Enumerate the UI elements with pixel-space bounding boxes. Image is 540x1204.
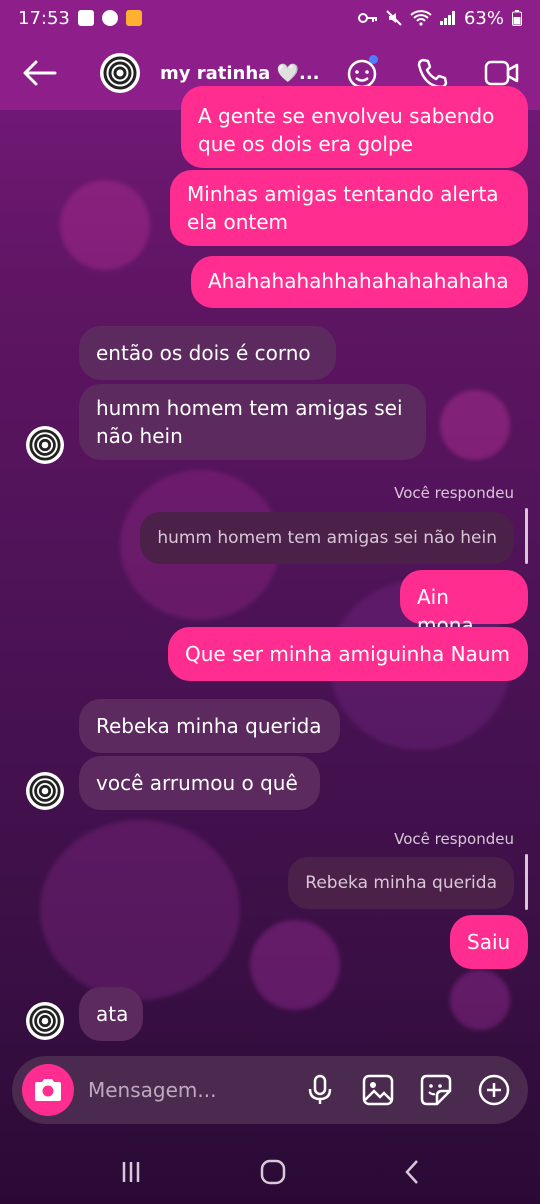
message-outgoing[interactable]: Ain mona [400, 570, 528, 637]
bg-heart [60, 180, 150, 270]
wifi-icon [410, 10, 432, 26]
sender-avatar[interactable] [26, 1002, 64, 1040]
sticker-icon [420, 1074, 452, 1106]
message-incoming[interactable]: ata [79, 987, 143, 1041]
reply-indicator-bar [525, 508, 528, 564]
microphone-icon [308, 1074, 332, 1104]
whatsapp-notification-icon [101, 10, 118, 26]
gallery-button[interactable] [360, 1072, 396, 1108]
contact-avatar[interactable] [100, 53, 140, 93]
message-incoming[interactable]: humm homem tem amigas sei não hein [79, 384, 426, 460]
message-outgoing[interactable]: Minhas amigas tentando alerta ela ontem [170, 170, 528, 246]
battery-icon [512, 10, 522, 26]
notification-dot [369, 55, 378, 64]
bg-heart [440, 390, 510, 460]
message-input[interactable] [88, 1078, 278, 1102]
spiral-avatar-icon [103, 56, 137, 90]
phone-icon [417, 58, 448, 89]
voice-message-button[interactable] [302, 1072, 338, 1108]
app-notification-icon [125, 10, 142, 26]
reply-indicator-bar [525, 854, 528, 910]
reply-label: Você respondeu [394, 484, 514, 502]
spiral-avatar-icon [29, 775, 61, 807]
system-nav-bar [0, 1140, 540, 1204]
quoted-message[interactable]: humm homem tem amigas sei não hein [140, 512, 514, 564]
mute-icon [386, 10, 402, 26]
bg-heart [450, 970, 510, 1030]
signal-icon [439, 11, 455, 25]
image-icon [362, 1074, 394, 1106]
camera-button[interactable] [22, 1064, 74, 1116]
plus-circle-icon [478, 1074, 510, 1106]
message-outgoing[interactable]: Que ser minha amiguinha Naum [168, 627, 528, 681]
battery-percentage: 63% [463, 7, 504, 29]
recent-apps-icon[interactable] [119, 1160, 143, 1184]
camera-icon [35, 1079, 61, 1101]
arrow-left-icon [23, 60, 57, 86]
key-icon [357, 13, 377, 23]
bg-heart [250, 920, 340, 1010]
spiral-avatar-icon [29, 429, 61, 461]
message-outgoing[interactable]: Saiu [450, 915, 528, 969]
back-nav-icon[interactable] [403, 1159, 421, 1185]
video-camera-icon [484, 60, 519, 86]
status-time: 17:53 [18, 7, 70, 29]
message-outgoing[interactable]: A gente se envolveu sabendo que os dois … [181, 86, 528, 168]
back-button[interactable] [20, 53, 60, 93]
bg-heart [40, 820, 240, 1000]
message-outgoing[interactable]: Ahahahahahhahahahahahaha [191, 256, 528, 308]
sender-avatar[interactable] [26, 772, 64, 810]
sender-avatar[interactable] [26, 426, 64, 464]
contact-name[interactable]: my ratinha 🤍... [160, 63, 320, 84]
sticker-button[interactable] [418, 1072, 454, 1108]
quoted-message[interactable]: Rebeka minha querida [288, 857, 514, 909]
message-incoming[interactable]: então os dois é corno [79, 326, 336, 380]
more-options-button[interactable] [476, 1072, 512, 1108]
message-composer [12, 1056, 528, 1124]
status-bar: 17:53 63% [0, 0, 540, 36]
gallery-notification-icon [77, 10, 94, 26]
reply-label: Você respondeu [394, 830, 514, 848]
message-incoming[interactable]: Rebeka minha querida [79, 699, 340, 753]
spiral-avatar-icon [29, 1005, 61, 1037]
home-icon[interactable] [260, 1159, 286, 1185]
message-incoming[interactable]: você arrumou o quê [79, 756, 320, 810]
